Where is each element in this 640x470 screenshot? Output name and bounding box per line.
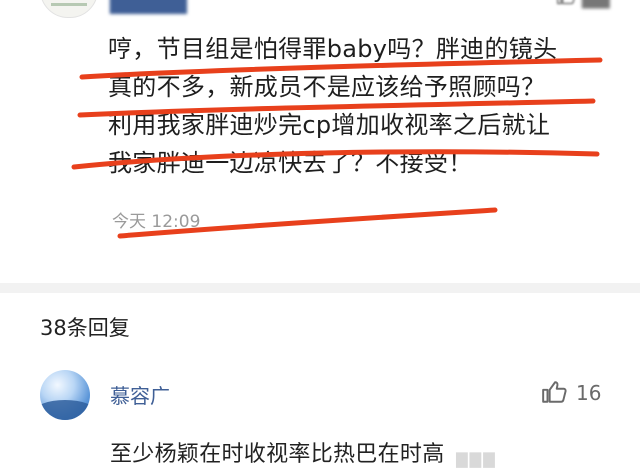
like-count: ▇▇ bbox=[582, 0, 610, 9]
comment-line: 我家胖迪一边凉快去了？不接受！ bbox=[108, 149, 473, 177]
reply-count: 38条回复 bbox=[40, 316, 130, 340]
reply-text: 至少杨颖在时收视率比热巴在时高 bbox=[110, 442, 445, 467]
top-comment: ▇▇▇▇▇ ▇▇ 哼，节目组是怕得罪baby吗？胖迪的镜头 真的不多，新成员不是… bbox=[0, 0, 640, 300]
comment-text: 哼，节目组是怕得罪baby吗？胖迪的镜头 真的不多，新成员不是应该给予照顾吗？ … bbox=[108, 30, 613, 182]
like-count: 16 bbox=[576, 381, 602, 405]
section-divider bbox=[0, 283, 640, 293]
comment-time: 今天 12:09 bbox=[112, 212, 201, 232]
comment-line: 真的不多，新成员不是应该给予照顾吗？ bbox=[108, 73, 546, 101]
username[interactable]: ▇▇▇▇▇ bbox=[110, 0, 187, 14]
thumbs-up-icon[interactable] bbox=[556, 0, 576, 6]
thumbs-up-icon[interactable] bbox=[541, 379, 567, 405]
user-avatar[interactable] bbox=[40, 0, 98, 18]
avatar-icon[interactable] bbox=[40, 370, 90, 420]
comment-line: 哼，节目组是怕得罪baby吗？胖迪的镜头 bbox=[108, 35, 558, 63]
watermark: ▇▇▇ bbox=[456, 450, 497, 468]
comment-line: 利用我家胖迪炒完cp增加收视率之后就让 bbox=[108, 111, 551, 139]
reply-username[interactable]: 慕容广 bbox=[110, 380, 170, 409]
